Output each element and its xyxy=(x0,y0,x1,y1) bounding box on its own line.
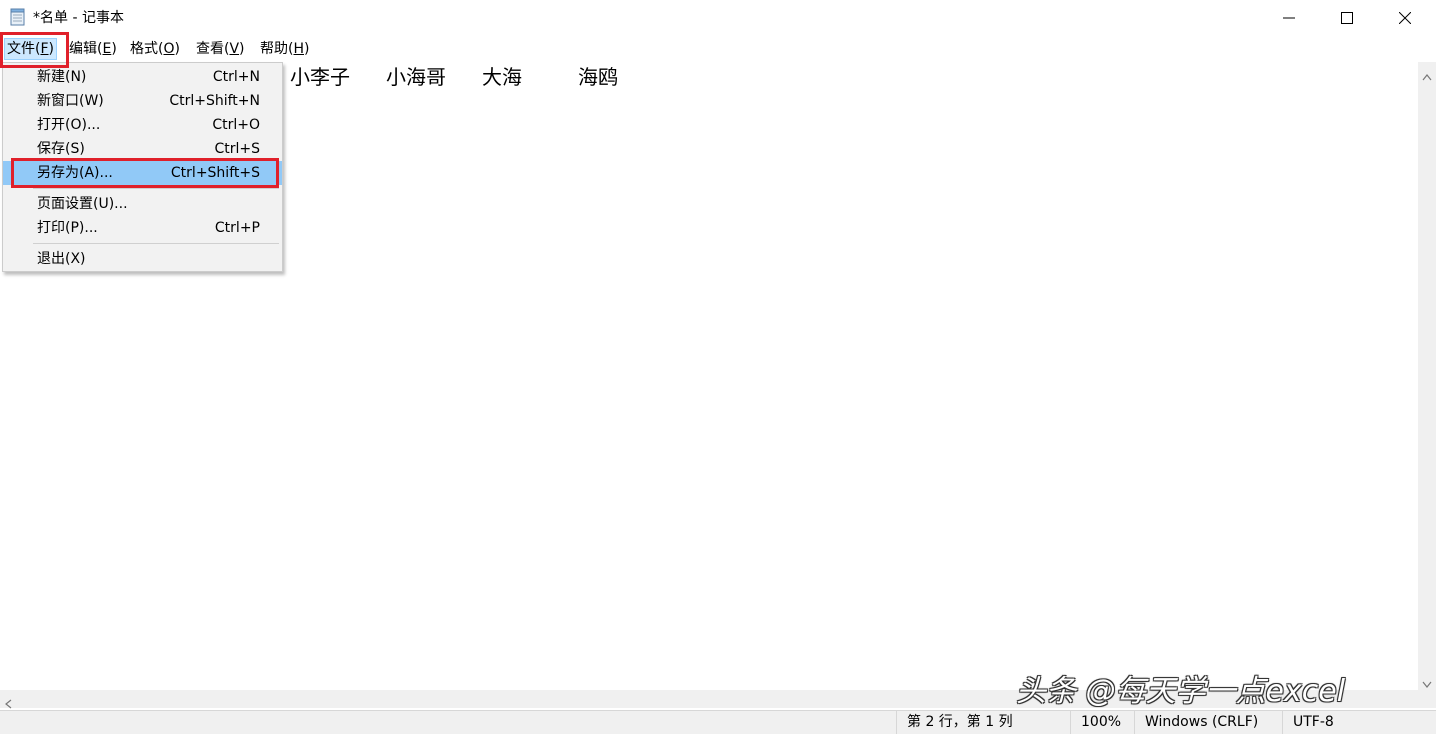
document-text-name-2: 小海哥 xyxy=(386,65,446,89)
title-bar: *名单 - 记事本 xyxy=(0,0,1436,36)
document-text-name-1: 小李子 xyxy=(290,65,350,89)
menu-view[interactable]: 查看(V) xyxy=(193,40,248,58)
status-cursor-position: 第 2 行，第 1 列 xyxy=(896,711,1070,734)
close-button[interactable] xyxy=(1376,0,1434,36)
status-bar: 第 2 行，第 1 列 100% Windows (CRLF) UTF-8 xyxy=(0,710,1436,734)
menu-format-suffix: ) xyxy=(174,41,180,57)
status-zoom: 100% xyxy=(1070,711,1134,734)
vertical-scrollbar[interactable] xyxy=(1418,62,1436,690)
minimize-icon xyxy=(1283,9,1295,28)
menu-item-page-setup-label: 页面设置(U)... xyxy=(37,196,128,212)
menu-item-new-shortcut: Ctrl+N xyxy=(212,69,260,85)
menu-edit-label: 编辑( xyxy=(69,41,103,57)
menu-help-suffix: ) xyxy=(304,41,310,57)
scroll-up-icon[interactable] xyxy=(1422,66,1432,85)
annotation-highlight-file-menu xyxy=(0,32,69,68)
menu-separator xyxy=(33,243,279,244)
notepad-icon xyxy=(9,8,27,26)
menu-item-new[interactable]: 新建(N) Ctrl+N xyxy=(3,65,282,89)
document-text-name-3: 大海 xyxy=(482,65,522,89)
menu-item-new-window[interactable]: 新窗口(W) Ctrl+Shift+N xyxy=(3,89,282,113)
menu-view-label: 查看( xyxy=(196,41,230,57)
menu-item-print-shortcut: Ctrl+P xyxy=(214,220,260,236)
menu-help-key: H xyxy=(293,41,304,57)
menu-format[interactable]: 格式(O) xyxy=(127,40,183,58)
menu-item-exit[interactable]: 退出(X) xyxy=(3,247,282,271)
watermark: 头条 @每天学一点excel xyxy=(1016,674,1346,709)
menu-help-label: 帮助( xyxy=(260,41,294,57)
menu-separator xyxy=(33,188,279,189)
menu-view-suffix: ) xyxy=(239,41,245,57)
status-encoding: UTF-8 xyxy=(1282,711,1436,734)
menu-format-label: 格式( xyxy=(130,41,164,57)
window-title: *名单 - 记事本 xyxy=(33,10,124,26)
menu-edit[interactable]: 编辑(E) xyxy=(66,40,120,58)
menu-item-new-window-shortcut: Ctrl+Shift+N xyxy=(169,93,260,109)
menu-item-open-label: 打开(O)... xyxy=(37,117,101,133)
menu-edit-key: E xyxy=(102,41,112,57)
menu-item-open-shortcut: Ctrl+O xyxy=(212,117,260,133)
close-icon xyxy=(1398,9,1412,28)
maximize-button[interactable] xyxy=(1318,0,1376,36)
menu-item-new-label: 新建(N) xyxy=(37,69,87,85)
document-text-name-4: 海鸥 xyxy=(578,65,618,89)
scrollbar-corner xyxy=(1418,690,1436,708)
menu-bar: 文件(F) 编辑(E) 格式(O) 查看(V) 帮助(H) xyxy=(0,36,1436,62)
menu-item-new-window-label: 新窗口(W) xyxy=(37,93,104,109)
annotation-highlight-save-as xyxy=(11,158,279,188)
status-line-ending: Windows (CRLF) xyxy=(1134,711,1282,734)
menu-item-page-setup[interactable]: 页面设置(U)... xyxy=(3,192,282,216)
minimize-button[interactable] xyxy=(1260,0,1318,36)
menu-item-print-label: 打印(P)... xyxy=(37,220,98,236)
maximize-icon xyxy=(1341,9,1353,28)
menu-item-print[interactable]: 打印(P)... Ctrl+P xyxy=(3,216,282,240)
menu-view-key: V xyxy=(229,41,240,57)
menu-item-exit-label: 退出(X) xyxy=(37,251,86,267)
menu-edit-suffix: ) xyxy=(111,41,117,57)
menu-help[interactable]: 帮助(H) xyxy=(257,40,312,58)
menu-format-key: O xyxy=(163,41,175,57)
menu-item-open[interactable]: 打开(O)... Ctrl+O xyxy=(3,113,282,137)
